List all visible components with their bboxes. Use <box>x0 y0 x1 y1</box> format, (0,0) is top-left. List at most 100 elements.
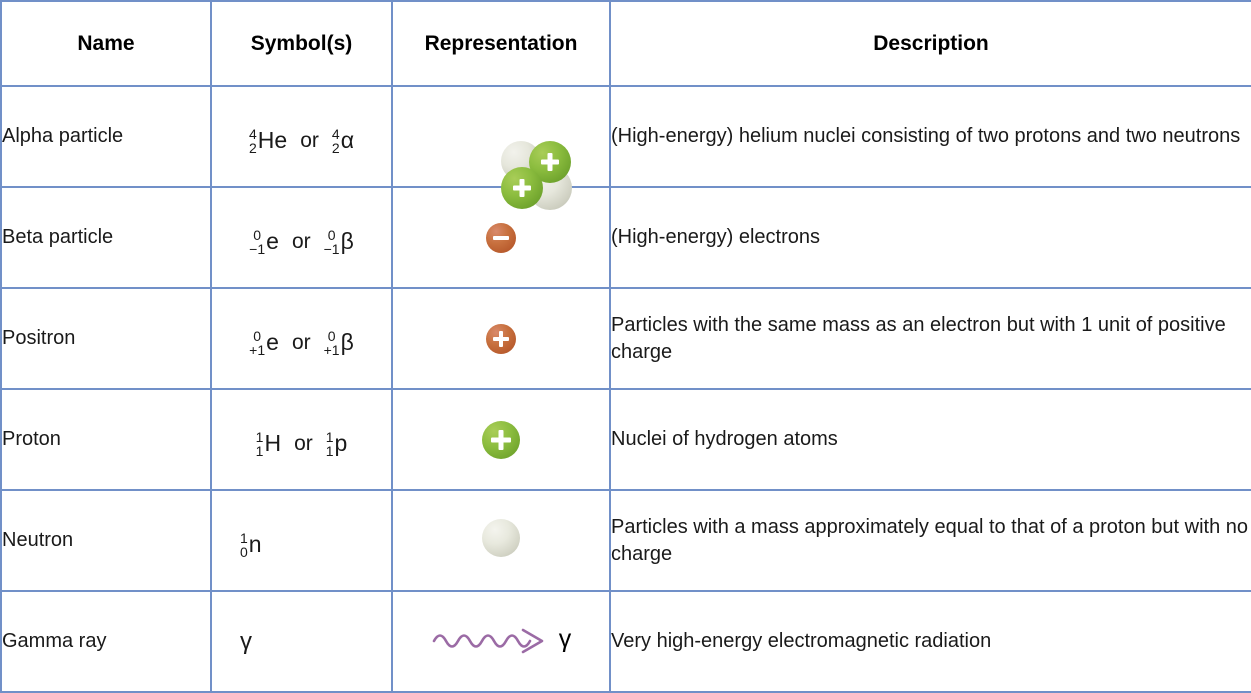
particle-description: Very high-energy electromagnetic radiati… <box>609 590 1251 693</box>
particle-description: (High-energy) helium nuclei consisting o… <box>609 85 1251 188</box>
mass-number: 1 <box>255 428 264 445</box>
particle-name: Gamma ray <box>0 590 212 693</box>
element-symbol: n <box>248 531 262 557</box>
isotope-symbol-pair: 0 +1 e or 0 +1 β <box>249 329 354 357</box>
column-header-name: Name <box>0 0 212 87</box>
conjunction-or: or <box>291 330 311 354</box>
atomic-number: 1 <box>325 442 334 459</box>
element-symbol: β <box>340 329 354 355</box>
positive-charge-circle-icon <box>486 323 516 354</box>
table-row: Neutron 1 0 n Particles with a mass appr… <box>0 489 1251 592</box>
isotope-symbol-pair: 1 1 H or 1 1 p <box>256 430 348 458</box>
particle-symbol-cell: 1 0 n <box>210 489 393 592</box>
mass-number: 1 <box>240 529 248 546</box>
isotope-numbers: 4 2 <box>332 127 340 155</box>
isotope-notation-alternate: 4 2 α <box>332 127 354 155</box>
atomic-number: −1 <box>249 240 266 257</box>
table-header: Name Symbol(s) Representation Descriptio… <box>0 0 1251 87</box>
atomic-number: +1 <box>323 341 340 358</box>
atomic-number: 0 <box>240 543 248 560</box>
mass-number: 0 <box>327 327 336 344</box>
table-row: Alpha particle 4 2 He or 4 2 α (High-ene… <box>0 85 1251 210</box>
table-row: Beta particle 0 −1 e or 0 −1 β (High-ene… <box>0 186 1251 289</box>
element-symbol: e <box>266 228 279 254</box>
atomic-number: 2 <box>331 139 340 156</box>
table-row: Gamma ray γ γ Very high-energy electroma… <box>0 590 1251 693</box>
particle-representation-cell <box>391 186 611 289</box>
isotope-numbers: 0 +1 <box>249 329 265 357</box>
table-header-row: Name Symbol(s) Representation Descriptio… <box>0 0 1251 87</box>
particle-symbol-cell: 4 2 He or 4 2 α <box>210 85 393 188</box>
isotope-numbers: 0 −1 <box>324 228 340 256</box>
element-symbol: β <box>340 228 354 254</box>
element-symbol: p <box>334 430 348 456</box>
isotope-notation-alternate: 0 −1 β <box>324 228 354 256</box>
particle-representation-cell: γ <box>391 590 611 693</box>
isotope-notation-primary: 4 2 He <box>249 127 287 155</box>
particle-description: Particles with a mass approximately equa… <box>609 489 1251 592</box>
proton-sphere-icon <box>482 420 520 459</box>
column-header-description: Description <box>609 0 1251 87</box>
isotope-numbers: 4 2 <box>249 127 257 155</box>
isotope-numbers: 1 0 <box>240 531 248 559</box>
table-row: Proton 1 1 H or 1 1 p Nuclei of hydrogen… <box>0 388 1251 491</box>
conjunction-or: or <box>300 128 319 152</box>
particle-representation-cell <box>391 489 611 592</box>
isotope-symbol-single: 1 0 n <box>212 531 262 559</box>
isotope-notation-alternate: 1 1 p <box>326 430 348 458</box>
table-body: Alpha particle 4 2 He or 4 2 α (High-ene… <box>0 85 1251 693</box>
particle-description: Particles with the same mass as an elect… <box>609 287 1251 390</box>
plus-glyph <box>493 331 509 347</box>
isotope-numbers: 1 1 <box>256 430 264 458</box>
isotope-notation-alternate: 0 +1 β <box>324 329 354 357</box>
isotope-notation-primary: 1 0 n <box>240 531 262 559</box>
mass-number: 4 <box>249 125 257 142</box>
proton-sphere-icon <box>501 166 543 209</box>
particle-symbol-cell: 1 1 H or 1 1 p <box>210 388 393 491</box>
atomic-number: 1 <box>255 442 264 459</box>
particle-symbol-cell: 0 +1 e or 0 +1 β <box>210 287 393 390</box>
isotope-notation-primary: 0 −1 e <box>249 228 279 256</box>
atomic-number: 2 <box>249 139 257 156</box>
mass-number: 4 <box>331 125 340 142</box>
mass-number: 0 <box>253 226 262 243</box>
conjunction-or: or <box>291 229 311 253</box>
particle-representation-cell <box>391 388 611 491</box>
isotope-notation-primary: 0 +1 e <box>249 329 279 357</box>
element-symbol: He <box>257 127 288 153</box>
mass-number: 1 <box>325 428 334 445</box>
plain-symbol: γ <box>212 628 252 656</box>
particle-name: Neutron <box>0 489 212 592</box>
plus-glyph <box>491 430 511 450</box>
radiation-particles-table-container: Name Symbol(s) Representation Descriptio… <box>0 0 1251 693</box>
element-symbol: α <box>340 127 354 153</box>
atomic-number: −1 <box>323 240 340 257</box>
particle-description: Nuclei of hydrogen atoms <box>609 388 1251 491</box>
particle-symbol-cell: γ <box>210 590 393 693</box>
particle-representation-cell <box>391 85 611 210</box>
isotope-numbers: 0 +1 <box>324 329 340 357</box>
isotope-numbers: 1 1 <box>326 430 334 458</box>
isotope-notation-primary: 1 1 H <box>256 430 281 458</box>
element-symbol: e <box>266 329 279 355</box>
mass-number: 0 <box>327 226 336 243</box>
negative-charge-circle-icon <box>486 222 516 253</box>
neutron-sphere-icon <box>482 519 520 557</box>
isotope-symbol-pair: 0 −1 e or 0 −1 β <box>249 228 354 256</box>
minus-glyph <box>493 235 509 240</box>
particle-symbol-cell: 0 −1 e or 0 −1 β <box>210 186 393 289</box>
isotope-symbol-pair: 4 2 He or 4 2 α <box>249 127 354 155</box>
particle-name: Proton <box>0 388 212 491</box>
element-symbol: H <box>264 430 282 456</box>
particle-name: Alpha particle <box>0 85 212 188</box>
table-row: Positron 0 +1 e or 0 +1 β Particles with… <box>0 287 1251 390</box>
gamma-wave-arrow-icon: γ <box>431 622 572 656</box>
isotope-numbers: 0 −1 <box>249 228 265 256</box>
particle-name: Positron <box>0 287 212 390</box>
atomic-number: +1 <box>249 341 266 358</box>
gamma-symbol: γ <box>240 627 252 655</box>
column-header-representation: Representation <box>391 0 611 87</box>
gamma-wave-svg <box>432 628 544 654</box>
particle-description: (High-energy) electrons <box>609 186 1251 289</box>
gamma-letter: γ <box>558 624 572 653</box>
